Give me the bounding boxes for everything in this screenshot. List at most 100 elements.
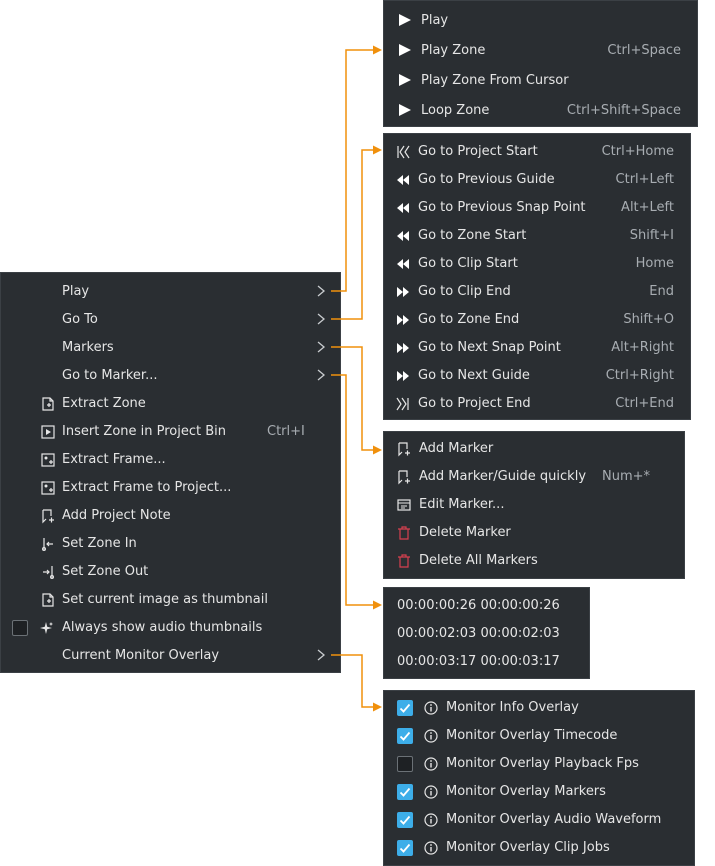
menu-item-edit-marker[interactable]: Edit Marker... xyxy=(384,491,684,519)
menu-item-label: Monitor Overlay Clip Jobs xyxy=(446,840,610,855)
menu-item-label: Go To xyxy=(62,312,98,327)
menu-item-add-project-note[interactable]: Add Project Note xyxy=(1,502,340,530)
trash-icon xyxy=(397,526,411,540)
overlay-checkbox[interactable] xyxy=(397,756,413,772)
play-icon xyxy=(398,73,412,87)
menu-item-shortcut: Shift+I xyxy=(629,228,674,243)
extract-zone-icon xyxy=(41,397,55,411)
fast-forward-icon xyxy=(396,369,410,383)
skip-to-start-icon xyxy=(396,145,410,159)
menu-item-set-zone-out[interactable]: Set Zone Out xyxy=(1,558,340,586)
menu-item-current-monitor-overlay[interactable]: Current Monitor Overlay xyxy=(1,642,340,670)
menu-item-go-to-next-snap-point[interactable]: Go to Next Snap Point Alt+Right xyxy=(384,334,690,362)
menu-item-play[interactable]: Play xyxy=(1,278,340,306)
menu-item-go-to[interactable]: Go To xyxy=(1,306,340,334)
menu-item-label: Go to Next Snap Point xyxy=(418,340,561,355)
menu-item-label: Extract Zone xyxy=(62,396,146,411)
menu-item-label: Monitor Overlay Markers xyxy=(446,784,606,799)
menu-item-label: Go to Previous Guide xyxy=(418,172,555,187)
play-submenu: Play Play Zone Ctrl+Space Play Zone From… xyxy=(383,0,698,127)
overlay-checkbox[interactable] xyxy=(397,700,413,716)
play-arrowhead xyxy=(373,45,382,55)
bookmark-add-icon xyxy=(397,470,411,485)
menu-item-label: Go to Project Start xyxy=(418,144,538,159)
marker-entry[interactable]: 00:00:03:17 00:00:03:17 xyxy=(384,648,589,676)
menu-item-markers[interactable]: Markers xyxy=(1,334,340,362)
menu-item-extract-frame-to-project[interactable]: Extract Frame to Project... xyxy=(1,474,340,502)
menu-item-label: Markers xyxy=(62,340,114,355)
menu-item-label: Monitor Overlay Audio Waveform xyxy=(446,812,662,827)
menu-item-go-to-marker[interactable]: Go to Marker... xyxy=(1,362,340,390)
menu-item-set-thumbnail[interactable]: Set current image as thumbnail xyxy=(1,586,340,614)
extract-frame-icon xyxy=(41,453,55,467)
menu-item-shortcut: Ctrl+Space xyxy=(607,43,681,58)
overlay-checkbox[interactable] xyxy=(397,840,413,856)
menu-item-go-to-project-start[interactable]: Go to Project Start Ctrl+Home xyxy=(384,138,690,166)
play-icon xyxy=(398,13,412,27)
audio-thumbnails-checkbox[interactable] xyxy=(12,620,28,636)
marker-timecode-label: 00:00:03:17 00:00:03:17 xyxy=(397,654,560,669)
marker-entry[interactable]: 00:00:00:26 00:00:00:26 xyxy=(384,592,589,620)
rewind-icon xyxy=(396,173,410,187)
overlay-arrowhead xyxy=(373,702,382,712)
menu-item-play-zone[interactable]: Play Zone Ctrl+Space xyxy=(384,36,697,66)
rewind-icon xyxy=(396,201,410,215)
menu-item-always-show-audio-thumbnails[interactable]: Always show audio thumbnails xyxy=(1,614,340,642)
menu-item-shortcut: Num+* xyxy=(602,469,651,484)
menu-item-delete-marker[interactable]: Delete Marker xyxy=(384,519,684,547)
menu-item-label: Go to Previous Snap Point xyxy=(418,200,586,215)
menu-item-label: Monitor Info Overlay xyxy=(446,700,579,715)
menu-item-label: Current Monitor Overlay xyxy=(62,648,220,663)
menu-item-label: Monitor Overlay Timecode xyxy=(446,728,618,743)
menu-item-label: Loop Zone xyxy=(421,103,490,118)
trash-icon xyxy=(397,554,411,568)
menu-item-add-marker[interactable]: Add Marker xyxy=(384,435,684,463)
menu-item-play[interactable]: Play xyxy=(384,6,697,36)
menu-item-delete-all-markers[interactable]: Delete All Markers xyxy=(384,547,684,575)
bookmark-add-icon xyxy=(397,442,411,457)
menu-item-shortcut: End xyxy=(649,284,674,299)
menu-item-play-zone-from-cursor[interactable]: Play Zone From Cursor xyxy=(384,66,697,96)
menu-item-monitor-overlay-markers[interactable]: Monitor Overlay Markers xyxy=(384,778,694,806)
menu-item-go-to-project-end[interactable]: Go to Project End Ctrl+End xyxy=(384,390,690,418)
menu-item-monitor-overlay-timecode[interactable]: Monitor Overlay Timecode xyxy=(384,722,694,750)
menu-item-monitor-overlay-clip-jobs[interactable]: Monitor Overlay Clip Jobs xyxy=(384,834,694,862)
menu-item-go-to-zone-start[interactable]: Go to Zone Start Shift+I xyxy=(384,222,690,250)
menu-item-insert-zone-in-project-bin[interactable]: Insert Zone in Project Bin Ctrl+I xyxy=(1,418,340,446)
menu-item-extract-zone[interactable]: Extract Zone xyxy=(1,390,340,418)
menu-item-add-marker-guide-quickly[interactable]: Add Marker/Guide quickly Num+* xyxy=(384,463,684,491)
menu-item-set-zone-in[interactable]: Set Zone In xyxy=(1,530,340,558)
menu-item-monitor-info-overlay[interactable]: Monitor Info Overlay xyxy=(384,694,694,722)
menu-item-go-to-previous-snap-point[interactable]: Go to Previous Snap Point Alt+Left xyxy=(384,194,690,222)
marker-timecode-label: 00:00:00:26 00:00:00:26 xyxy=(397,598,560,613)
menu-item-loop-zone[interactable]: Loop Zone Ctrl+Shift+Space xyxy=(384,96,697,126)
extract-frame-icon xyxy=(41,481,55,495)
overlay-checkbox[interactable] xyxy=(397,728,413,744)
menu-item-monitor-overlay-playback-fps[interactable]: Monitor Overlay Playback Fps xyxy=(384,750,694,778)
menu-item-shortcut: Ctrl+End xyxy=(615,396,674,411)
thumbnail-icon xyxy=(41,593,55,607)
zone-in-icon xyxy=(41,537,55,551)
goto-submenu: Go to Project Start Ctrl+Home Go to Prev… xyxy=(383,133,691,420)
menu-item-shortcut: Ctrl+Shift+Space xyxy=(566,103,681,118)
marker-entry[interactable]: 00:00:02:03 00:00:02:03 xyxy=(384,620,589,648)
menu-item-label: Add Project Note xyxy=(62,508,171,523)
menu-item-go-to-previous-guide[interactable]: Go to Previous Guide Ctrl+Left xyxy=(384,166,690,194)
menu-item-go-to-clip-start[interactable]: Go to Clip Start Home xyxy=(384,250,690,278)
goto-marker-submenu: 00:00:00:26 00:00:00:26 00:00:02:03 00:0… xyxy=(383,587,590,679)
menu-item-extract-frame[interactable]: Extract Frame... xyxy=(1,446,340,474)
overlay-checkbox[interactable] xyxy=(397,812,413,828)
menu-item-go-to-zone-end[interactable]: Go to Zone End Shift+O xyxy=(384,306,690,334)
menu-item-go-to-clip-end[interactable]: Go to Clip End End xyxy=(384,278,690,306)
info-icon xyxy=(424,757,438,771)
play-icon xyxy=(398,43,412,57)
menu-item-label: Set Zone In xyxy=(62,536,137,551)
fast-forward-icon xyxy=(396,341,410,355)
menu-item-label: Go to Zone End xyxy=(418,312,520,327)
chevron-right-icon xyxy=(314,283,328,299)
menu-item-monitor-overlay-audio-waveform[interactable]: Monitor Overlay Audio Waveform xyxy=(384,806,694,834)
overlay-checkbox[interactable] xyxy=(397,784,413,800)
menu-item-go-to-next-guide[interactable]: Go to Next Guide Ctrl+Right xyxy=(384,362,690,390)
goto-marker-arrowhead xyxy=(373,600,382,610)
play-connector xyxy=(331,49,375,292)
